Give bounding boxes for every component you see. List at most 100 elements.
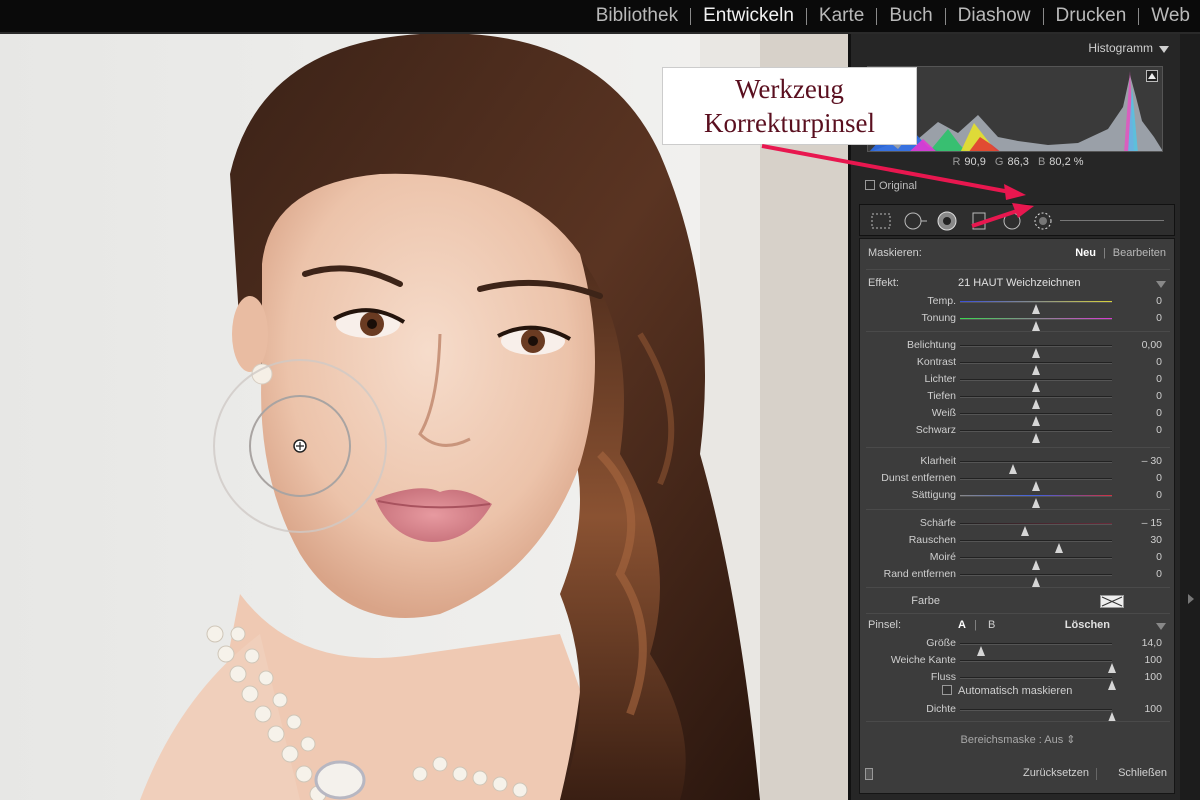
slider-row: Rauschen 30: [860, 532, 1176, 553]
slider-value[interactable]: 0: [1122, 472, 1162, 484]
slider-value[interactable]: 0: [1122, 568, 1162, 580]
slider-track[interactable]: [960, 413, 1112, 426]
auto-mask-label: Automatisch maskieren: [958, 685, 1073, 697]
slider-value[interactable]: 100: [1122, 671, 1162, 683]
slider-value[interactable]: 100: [1122, 703, 1162, 715]
slider-label: Dichte: [926, 703, 956, 715]
effect-collapse-icon[interactable]: [1156, 281, 1166, 288]
slider-track[interactable]: [960, 379, 1112, 392]
histogram-header[interactable]: Histogramm: [863, 38, 1173, 60]
slider-label: Fluss: [930, 671, 956, 683]
slider-track[interactable]: [960, 523, 1112, 536]
slider-value[interactable]: 0: [1122, 295, 1162, 307]
slider-track[interactable]: [960, 301, 1112, 314]
original-photo-toggle[interactable]: Original: [865, 180, 917, 192]
brush-a-button[interactable]: A: [958, 619, 966, 631]
effect-row: Effekt: 21 HAUT Weichzeichnen: [860, 275, 1176, 293]
radial-filter-icon[interactable]: [1002, 211, 1022, 231]
slider-label: Weiche Kante: [890, 654, 956, 666]
photo-canvas[interactable]: [0, 34, 848, 800]
reset-button[interactable]: Zurücksetzen: [1023, 767, 1089, 779]
slider-track[interactable]: [960, 461, 1112, 474]
close-button[interactable]: Schließen: [1118, 767, 1167, 779]
slider-thumb[interactable]: [1032, 498, 1040, 508]
right-panel-edge: [1180, 34, 1200, 800]
slider-track[interactable]: [960, 660, 1116, 673]
unit-label: %: [1073, 156, 1084, 168]
range-mask-label: Bereichsmaske : Aus: [960, 734, 1064, 746]
slider-thumb[interactable]: [1108, 680, 1116, 690]
mask-new-button[interactable]: Neu: [1075, 247, 1096, 259]
color-label: Farbe: [911, 595, 940, 607]
red-eye-icon[interactable]: [936, 211, 958, 231]
adjustment-brush-icon[interactable]: [1032, 211, 1054, 231]
slider-track[interactable]: [960, 540, 1112, 553]
slider-row: Temp. 0: [860, 293, 1176, 314]
brush-erase-button[interactable]: Löschen: [1065, 619, 1110, 631]
module-buch[interactable]: Buch: [877, 5, 944, 27]
slider-track[interactable]: [960, 643, 1112, 656]
module-karte[interactable]: Karte: [807, 5, 876, 27]
slider-track[interactable]: [960, 318, 1112, 331]
slider-value[interactable]: 0: [1122, 390, 1162, 402]
expand-panel-icon[interactable]: [1188, 594, 1194, 604]
slider-value[interactable]: 0: [1122, 407, 1162, 419]
range-mask-dropdown[interactable]: Bereichsmaske : Aus ⇕: [860, 733, 1176, 751]
slider-label: Lichter: [924, 373, 956, 385]
slider-value[interactable]: 0: [1122, 312, 1162, 324]
slider-value[interactable]: 0: [1122, 424, 1162, 436]
slider-track[interactable]: [960, 557, 1112, 570]
highlight-clipping-toggle[interactable]: [1146, 70, 1158, 82]
original-label: Original: [879, 180, 917, 192]
panel-toggle-switch[interactable]: [865, 768, 873, 780]
module-bibliothek[interactable]: Bibliothek: [584, 5, 690, 27]
dropdown-arrows-icon: ⇕: [1066, 734, 1076, 746]
slider-thumb[interactable]: [1032, 433, 1040, 443]
slider-value[interactable]: 14,0: [1122, 637, 1162, 649]
divider: [866, 587, 1170, 588]
slider-track[interactable]: [960, 345, 1112, 358]
slider-track[interactable]: [960, 362, 1112, 375]
color-swatch-cross-icon: [1101, 596, 1123, 607]
module-diashow[interactable]: Diashow: [946, 5, 1043, 27]
slider-track[interactable]: [960, 495, 1112, 508]
auto-mask-checkbox[interactable]: [942, 685, 952, 695]
module-entwickeln[interactable]: Entwickeln: [691, 5, 806, 27]
slider-value[interactable]: 30: [1122, 534, 1162, 546]
slider-value[interactable]: 0: [1122, 551, 1162, 563]
slider-value[interactable]: 0: [1122, 489, 1162, 501]
slider-track[interactable]: [960, 709, 1116, 722]
slider-value[interactable]: – 15: [1122, 517, 1162, 529]
slider-track[interactable]: [960, 396, 1112, 409]
slider-value[interactable]: 0,00: [1122, 339, 1162, 351]
color-swatch[interactable]: [1100, 595, 1124, 608]
slider-value[interactable]: – 30: [1122, 455, 1162, 467]
effect-preset-dropdown[interactable]: 21 HAUT Weichzeichnen: [958, 277, 1081, 289]
slider-value[interactable]: 0: [1122, 356, 1162, 368]
spot-removal-icon[interactable]: [902, 211, 928, 231]
module-web[interactable]: Web: [1139, 5, 1200, 27]
slider-track[interactable]: [960, 677, 1116, 690]
module-drucken[interactable]: Drucken: [1044, 5, 1139, 27]
collapse-triangle-icon[interactable]: [1159, 46, 1169, 53]
slider-label: Tiefen: [927, 390, 956, 402]
slider-label: Kontrast: [916, 356, 956, 368]
slider-track[interactable]: [960, 574, 1112, 587]
brush-collapse-icon[interactable]: [1156, 623, 1166, 630]
slider-track[interactable]: [960, 430, 1112, 443]
slider-value[interactable]: 100: [1122, 654, 1162, 666]
brush-b-button[interactable]: B: [988, 619, 995, 631]
auto-mask-toggle[interactable]: Automatisch maskieren: [942, 685, 1072, 697]
slider-thumb[interactable]: [1032, 577, 1040, 587]
slider-track[interactable]: [960, 478, 1112, 491]
slider-value[interactable]: 0: [1122, 373, 1162, 385]
mask-edit-button[interactable]: Bearbeiten: [1113, 247, 1166, 259]
slider-thumb[interactable]: [1032, 321, 1040, 331]
original-checkbox[interactable]: [865, 180, 875, 190]
graduated-filter-icon[interactable]: [970, 211, 988, 231]
crop-overlay-icon[interactable]: [870, 211, 892, 231]
annotation-line-2: Korrekturpinsel: [704, 108, 875, 138]
annotation-line-1: Werkzeug: [735, 74, 844, 104]
mask-label: Maskieren:: [868, 247, 922, 259]
slider-label: Rauschen: [908, 534, 956, 546]
